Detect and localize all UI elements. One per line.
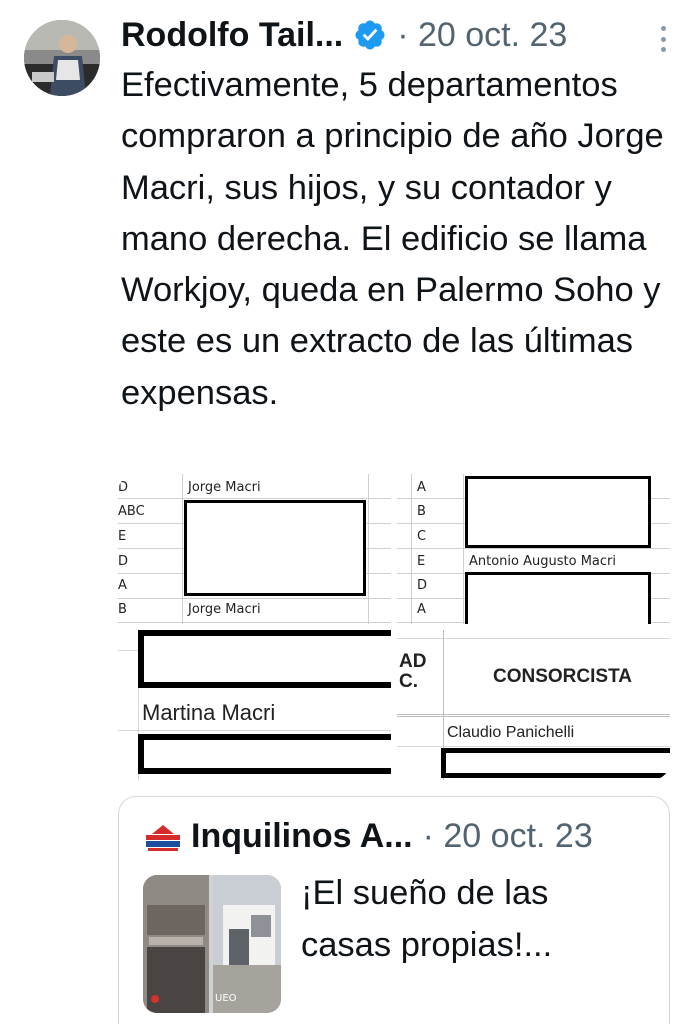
expense-code: ABC — [118, 504, 145, 519]
quote-logo-icon — [144, 821, 182, 859]
expense-code: D — [118, 554, 129, 569]
quote-header: Inquilinos A... · 20 oct. 23 — [191, 813, 593, 859]
tweet-header: Rodolfo Tail... · 20 oct. 23 — [121, 12, 673, 58]
expense-code: E — [118, 529, 127, 544]
author-photo — [24, 20, 100, 96]
expense-code: E — [417, 554, 426, 569]
quote-thumbnail[interactable]: UEO — [143, 875, 281, 1013]
quote-author-avatar[interactable] — [144, 821, 182, 859]
redaction-box — [465, 572, 651, 624]
quote-text: ¡El sueño de las casas propias!... — [301, 874, 553, 964]
expense-code: B — [118, 602, 127, 617]
media-image-1[interactable]: D ABC E D A B Jorge Macri Jorge Macri — [118, 474, 391, 624]
owner-name: Martina Macri — [142, 700, 276, 725]
redaction-box — [441, 748, 670, 778]
expense-code: B — [417, 504, 426, 519]
media-grid: D ABC E D A B Jorge Macri Jorge Macri A … — [118, 474, 670, 780]
column-header-left: AD C. — [399, 651, 427, 692]
thumb-caption: UEO — [215, 993, 237, 1004]
tweet-timestamp[interactable]: · 20 oct. 23 — [397, 16, 567, 55]
media-image-3[interactable]: Martina Macri — [118, 630, 391, 780]
column-header-consorcista: CONSORCISTA — [493, 666, 632, 687]
quote-author-name[interactable]: Inquilinos A... — [191, 817, 413, 856]
house-photo — [143, 875, 281, 1013]
redaction-box — [184, 500, 366, 596]
redaction-box — [138, 630, 391, 688]
redaction-box — [465, 476, 651, 548]
owner-name: Jorge Macri — [188, 480, 261, 495]
redaction-box — [138, 734, 391, 774]
quoted-tweet[interactable]: Inquilinos A... · 20 oct. 23 UEO ¡El sue… — [118, 796, 670, 1024]
owner-name: Claudio Panichelli — [447, 724, 575, 741]
tweet-text: Efectivamente, 5 departamentos compraron… — [121, 66, 664, 412]
media-image-2[interactable]: A B C E D A Antonio Augusto Macri — [397, 474, 670, 624]
verified-badge-icon — [355, 20, 385, 50]
expense-code: D — [118, 480, 129, 495]
owner-name: Antonio Augusto Macri — [469, 554, 616, 569]
quote-timestamp[interactable]: · 20 oct. 23 — [423, 817, 593, 856]
more-options-icon[interactable] — [659, 26, 667, 52]
expense-code: A — [118, 578, 127, 593]
expense-code: C — [417, 529, 427, 544]
expense-code: A — [417, 602, 426, 617]
owner-name: Jorge Macri — [188, 602, 261, 617]
author-avatar[interactable] — [24, 20, 100, 96]
media-image-4[interactable]: AD C. CONSORCISTA Claudio Panichelli — [397, 630, 670, 780]
author-name[interactable]: Rodolfo Tail... — [121, 16, 343, 55]
expense-code: D — [417, 578, 428, 593]
expense-code: A — [417, 480, 426, 495]
